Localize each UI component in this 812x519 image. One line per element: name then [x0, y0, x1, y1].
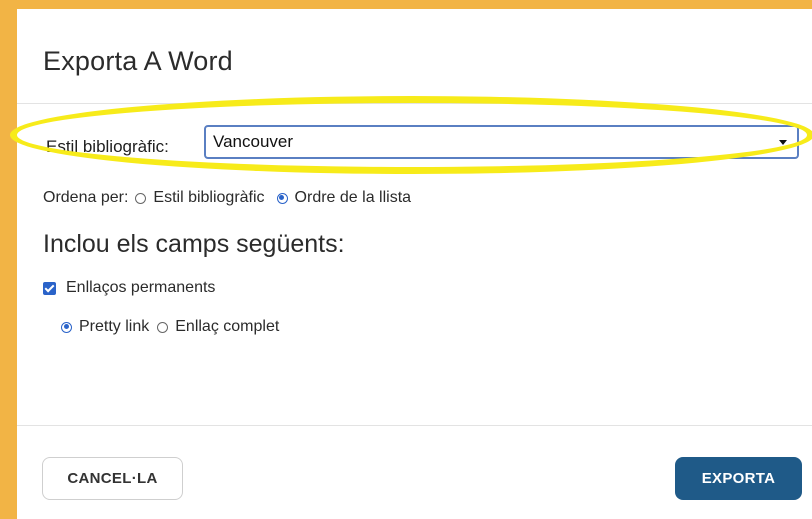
dialog-title: Exporta A Word — [43, 46, 233, 76]
sort-option-list-order-label: Ordre de la llista — [294, 189, 412, 206]
sort-option-list-order[interactable]: Ordre de la llista — [276, 189, 412, 207]
bibliographic-style-select[interactable]: Vancouver — [204, 125, 799, 159]
chevron-down-icon — [779, 140, 787, 145]
sort-option-style[interactable]: Estil bibliogràfic — [135, 189, 265, 207]
bibliographic-style-label: Estil bibliogràfic: — [46, 137, 169, 156]
sort-option-style-label: Estil bibliogràfic — [153, 189, 265, 206]
permalinks-checkbox-row[interactable]: Enllaços permanents — [43, 279, 215, 297]
link-type-pretty[interactable]: Pretty link — [61, 318, 149, 336]
footer-divider — [17, 425, 812, 426]
link-type-pretty-label: Pretty link — [79, 318, 150, 335]
radio-icon[interactable] — [157, 321, 169, 333]
link-type-full-label: Enllaç complet — [175, 318, 280, 335]
include-fields-heading: Inclou els camps següents: — [43, 230, 345, 258]
cancel-button[interactable]: CANCEL·LA — [42, 457, 183, 500]
radio-icon[interactable] — [135, 192, 147, 204]
sort-by-group: Ordena per: Estil bibliogràfic Ordre de … — [43, 189, 423, 207]
checkbox-checked-icon[interactable] — [43, 281, 56, 295]
export-dialog: Exporta A Word Estil bibliogràfic: Vanco… — [17, 9, 812, 519]
link-type-group: Pretty link Enllaç complet — [61, 318, 287, 336]
export-button[interactable]: EXPORTA — [675, 457, 802, 500]
header-divider — [17, 103, 812, 104]
sort-by-label: Ordena per: — [43, 189, 129, 206]
radio-selected-icon[interactable] — [61, 321, 72, 333]
radio-selected-icon[interactable] — [276, 192, 288, 204]
link-type-full[interactable]: Enllaç complet — [157, 318, 279, 336]
permalinks-label: Enllaços permanents — [66, 279, 216, 296]
bibliographic-style-value: Vancouver — [213, 132, 294, 151]
